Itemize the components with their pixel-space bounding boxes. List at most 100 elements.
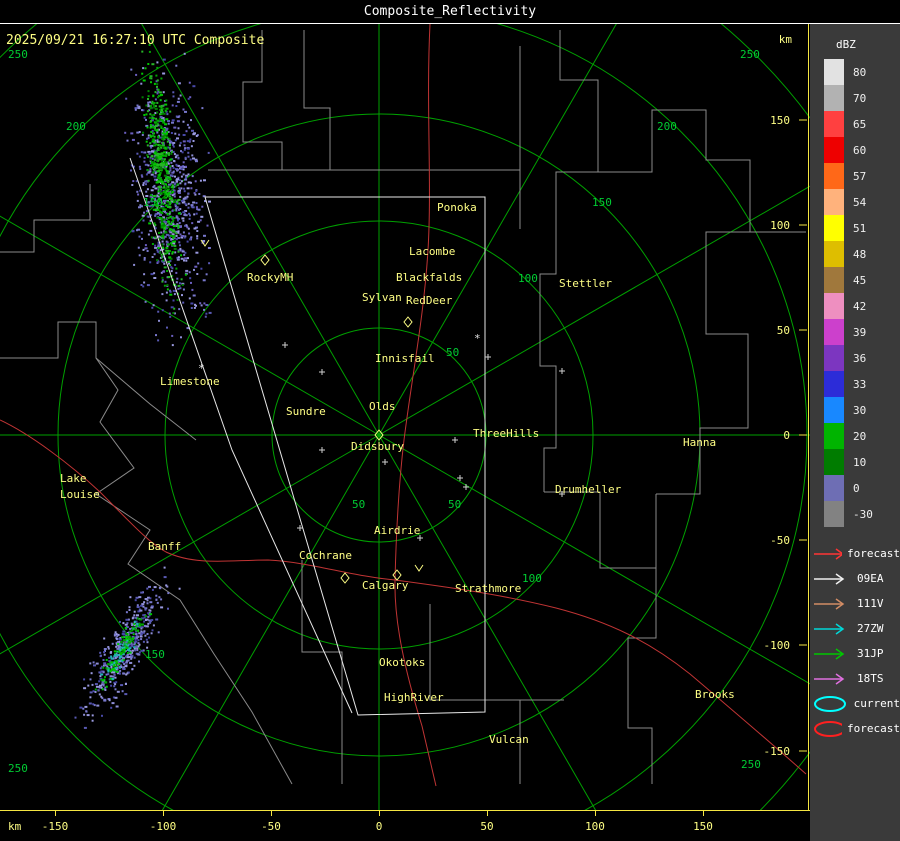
scale-swatch (824, 319, 844, 345)
scale-swatch (824, 293, 844, 319)
place-label-hanna: Hanna (683, 436, 716, 449)
legend-label: forecast (847, 547, 900, 560)
right-axis-tick-label: 100 (770, 219, 790, 232)
scale-row: 60 (810, 137, 900, 163)
scale-row: 70 (810, 85, 900, 111)
chevron-marker-icon (414, 564, 424, 572)
scale-row: 54 (810, 189, 900, 215)
scale-row: 30 (810, 397, 900, 423)
scale-swatch (824, 85, 844, 111)
bottom-axis-tick-label: 50 (480, 820, 494, 833)
place-label-limestone: Limestone (160, 375, 220, 388)
place-label-brooks: Brooks (695, 688, 735, 701)
radar-site-marker-icon (340, 572, 350, 584)
scale-value: 70 (853, 91, 867, 105)
arrow-icon (814, 647, 845, 660)
bottom-axis-tick-label: -150 (41, 820, 69, 833)
town-marker-icon (319, 369, 325, 375)
bottom-axis-tick (271, 811, 272, 816)
ring-distance-label: 100 (522, 572, 542, 585)
scale-row: 20 (810, 423, 900, 449)
ellipse-icon (814, 695, 846, 712)
right-axis-tick-label: -150 (764, 745, 791, 758)
scale-row: 51 (810, 215, 900, 241)
bottom-axis-tick (55, 811, 56, 816)
bottom-axis-unit: km (8, 820, 22, 833)
ring-distance-label: 50 (352, 498, 365, 511)
radar-map-canvas[interactable]: 250 250250 250200 200150 1501501001005050 50 … (0, 24, 810, 810)
place-labels: Ponoka Lacombe Blackfalds Sylvan RedDeer Rock… (60, 201, 735, 746)
scale-value: 48 (853, 247, 867, 261)
legend-item-31jp: 31JP (810, 641, 900, 666)
scale-swatch (824, 475, 844, 501)
arrow-icon (814, 572, 845, 585)
scale-value: 0 (853, 481, 860, 495)
place-label-cochrane: Cochrane (299, 549, 352, 562)
ring-distance-label: 50 (446, 346, 459, 359)
map-column: 250 250 250 250 200 200 150 150 150 100 100 50 50 50 … (0, 24, 810, 841)
ellipse-icon (814, 720, 843, 737)
scale-value: 57 (853, 169, 867, 183)
town-marker-icon (485, 354, 491, 360)
scale-swatch (824, 501, 844, 527)
bottom-axis: km -150 -100 -50 0 50 100 150 (0, 810, 810, 841)
scale-row: 0 (810, 475, 900, 501)
scale-value: 51 (853, 221, 867, 235)
legend-label: 18TS (857, 672, 884, 685)
scale-value: 42 (853, 299, 867, 313)
radar-map[interactable]: 250 250 250 250 200 200 150 150 150 100 100 50 50 50 … (0, 24, 810, 810)
right-axis-tick-label: -100 (764, 639, 791, 652)
right-axis-tick-label: 0 (783, 429, 790, 442)
scale-value: 80 (853, 65, 867, 79)
legend-label: forecast (847, 722, 900, 735)
scale-unit-label: dBZ (836, 38, 856, 51)
town-marker-icon (319, 447, 325, 453)
legend-label: 111V (857, 597, 884, 610)
town-marker-icon (452, 437, 458, 443)
scale-swatch (824, 163, 844, 189)
bottom-axis-tick-label: -50 (261, 820, 281, 833)
legend-item-18ts: 18TS (810, 666, 900, 691)
ring-distance-label: 50 (448, 498, 461, 511)
legend-panel: dBZ 80 70 65 60 57 54 51 48 45 42 39 36 33 30 20 10 0 -30… (810, 24, 900, 841)
scale-row: 45 (810, 267, 900, 293)
scale-swatch (824, 397, 844, 423)
radar-site-marker-icon (403, 316, 413, 328)
bottom-axis-tick (595, 811, 596, 816)
scale-value: 20 (853, 429, 867, 443)
scale-row: 48 (810, 241, 900, 267)
arrow-icon (814, 547, 843, 560)
window-title: Composite_Reflectivity (363, 4, 537, 19)
scale-row: -30 (810, 501, 900, 527)
place-label-innisfail: Innisfail (375, 352, 435, 365)
scale-swatch (824, 345, 844, 371)
bottom-axis-tick-label: 0 (375, 820, 383, 833)
bottom-axis-tick-label: 150 (693, 820, 713, 833)
scale-swatch (824, 189, 844, 215)
scale-value: 33 (853, 377, 867, 391)
place-label-lacombe: Lacombe (409, 245, 455, 258)
timestamp: 2025/09/21 16:27:10 UTC Composite (6, 33, 264, 48)
right-axis-tick-label: -50 (770, 534, 790, 547)
place-label-threehills: ThreeHills (473, 427, 539, 440)
legend-item-forecast: forecast (810, 716, 900, 741)
legend-item-current: current (810, 691, 900, 716)
scale-swatch (824, 449, 844, 475)
scale-value: 30 (853, 403, 867, 417)
scale-value: 39 (853, 325, 867, 339)
town-marker-icon (463, 484, 469, 490)
scale-row: 57 (810, 163, 900, 189)
scale-swatch (824, 423, 844, 449)
ring-distance-label: 250 (741, 758, 761, 771)
legend-label: 09EA (857, 572, 884, 585)
legend-item-09ea: 09EA (810, 566, 900, 591)
scale-swatch (824, 241, 844, 267)
right-axis-tick-label: 50 (777, 324, 790, 337)
content-area: 250 250 250 250 200 200 150 150 150 100 100 50 50 50 … (0, 24, 900, 841)
radar-site-marker-icon (260, 254, 270, 266)
legend-item-forecast: forecast (810, 541, 900, 566)
bottom-axis-tick (379, 811, 380, 816)
place-label-okotoks: Okotoks (379, 656, 425, 669)
radar-app-window: Composite_Reflectivity 250 250 250 250 2… (0, 0, 900, 841)
right-axis-tick-label: 150 (770, 114, 790, 127)
